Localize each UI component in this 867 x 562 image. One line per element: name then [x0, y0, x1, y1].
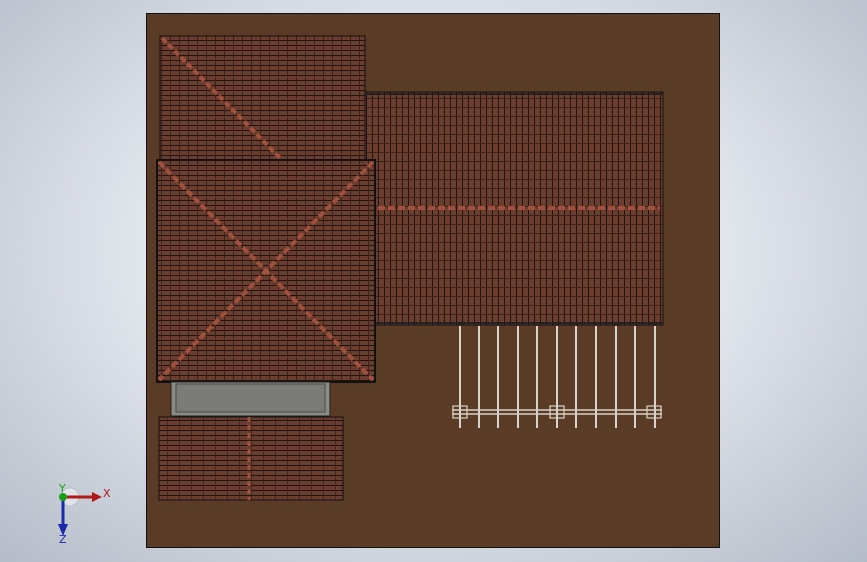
flat-canopy: [170, 381, 331, 417]
roof-hip: [156, 159, 376, 383]
roof-lower-porch: [158, 416, 344, 501]
y-axis-label: Y: [58, 482, 66, 495]
roof-main-gable: [364, 91, 664, 326]
roof-plan-drawing: [146, 13, 720, 548]
x-axis-arrow: [92, 492, 102, 502]
x-axis-label: X: [103, 487, 111, 500]
graphics-viewport[interactable]: X Y Z: [0, 0, 867, 562]
roof-upper-left-wing: [159, 35, 366, 163]
z-axis-label: Z: [59, 533, 67, 544]
axis-triad: X Y Z: [58, 482, 111, 544]
